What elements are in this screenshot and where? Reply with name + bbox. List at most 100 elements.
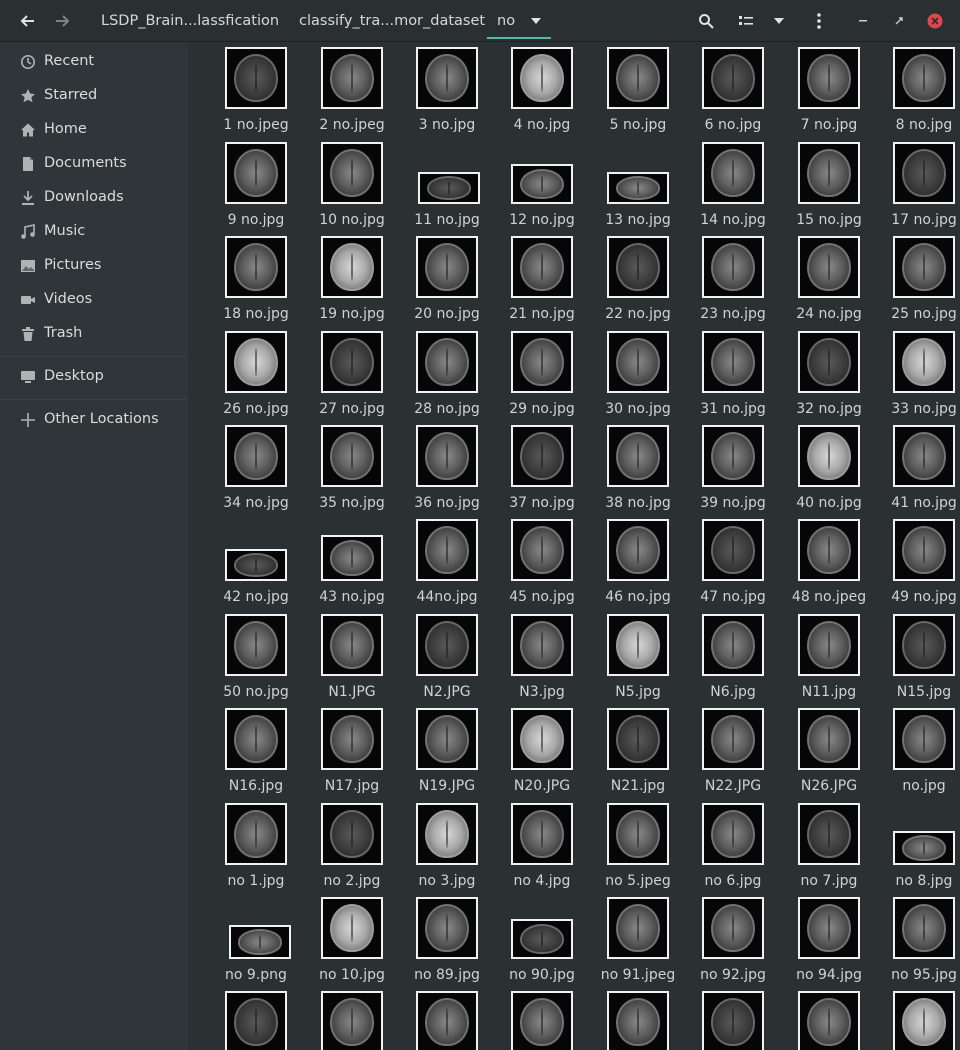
- file-item[interactable]: N26.JPG: [781, 708, 877, 802]
- file-item[interactable]: 43 no.jpg: [304, 519, 400, 613]
- file-item[interactable]: N3.jpg: [494, 614, 590, 708]
- file-item[interactable]: no 94.jpg: [781, 897, 877, 991]
- file-item[interactable]: 30 no.jpg: [590, 331, 686, 425]
- breadcrumb-parent-1[interactable]: LSDP_Brain...lassfication: [101, 0, 279, 42]
- file-item[interactable]: 11 no.jpg: [399, 142, 495, 236]
- file-item[interactable]: no 10.jpg: [304, 897, 400, 991]
- file-item[interactable]: 32 no.jpg: [781, 331, 877, 425]
- file-item[interactable]: no 6.jpg: [685, 803, 781, 897]
- file-item[interactable]: 35 no.jpg: [304, 425, 400, 519]
- file-item[interactable]: 28 no.jpg: [399, 331, 495, 425]
- file-item[interactable]: 15 no.jpg: [781, 142, 877, 236]
- file-item[interactable]: 38 no.jpg: [590, 425, 686, 519]
- file-item[interactable]: 12 no.jpg: [494, 142, 590, 236]
- file-item[interactable]: 36 no.jpg: [399, 425, 495, 519]
- file-item[interactable]: N11.jpg: [781, 614, 877, 708]
- file-item[interactable]: 4 no.jpg: [494, 47, 590, 141]
- sidebar-item-videos[interactable]: Videos: [0, 283, 188, 317]
- file-item[interactable]: N1.JPG: [304, 614, 400, 708]
- sidebar-item-downloads[interactable]: Downloads: [0, 181, 188, 215]
- file-item[interactable]: [685, 991, 781, 1050]
- breadcrumb-parent-2[interactable]: classify_tra...mor_dataset: [299, 0, 485, 42]
- file-item[interactable]: 44no.jpg: [399, 519, 495, 613]
- file-item[interactable]: no 7.jpg: [781, 803, 877, 897]
- file-item[interactable]: N19.JPG: [399, 708, 495, 802]
- file-item[interactable]: 48 no.jpeg: [781, 519, 877, 613]
- file-item[interactable]: N17.jpg: [304, 708, 400, 802]
- file-item[interactable]: [208, 991, 304, 1050]
- file-item[interactable]: 6 no.jpg: [685, 47, 781, 141]
- file-item[interactable]: N2.JPG: [399, 614, 495, 708]
- maximize-button[interactable]: [888, 0, 910, 42]
- breadcrumb-current[interactable]: no: [487, 5, 552, 39]
- file-item[interactable]: 23 no.jpg: [685, 236, 781, 330]
- file-item[interactable]: 22 no.jpg: [590, 236, 686, 330]
- file-item[interactable]: 26 no.jpg: [208, 331, 304, 425]
- file-item[interactable]: [876, 991, 960, 1050]
- file-item[interactable]: N16.jpg: [208, 708, 304, 802]
- file-item[interactable]: no 89.jpg: [399, 897, 495, 991]
- file-item[interactable]: 3 no.jpg: [399, 47, 495, 141]
- file-item[interactable]: no 4.jpg: [494, 803, 590, 897]
- file-item[interactable]: no 3.jpg: [399, 803, 495, 897]
- back-button[interactable]: [14, 0, 42, 42]
- file-item[interactable]: N15.jpg: [876, 614, 960, 708]
- file-item[interactable]: 47 no.jpg: [685, 519, 781, 613]
- file-item[interactable]: no 91.jpeg: [590, 897, 686, 991]
- file-item[interactable]: [399, 991, 495, 1050]
- file-item[interactable]: 33 no.jpg: [876, 331, 960, 425]
- file-item[interactable]: 17 no.jpg: [876, 142, 960, 236]
- file-item[interactable]: no 90.jpg: [494, 897, 590, 991]
- file-item[interactable]: 37 no.jpg: [494, 425, 590, 519]
- file-item[interactable]: [494, 991, 590, 1050]
- file-item[interactable]: 39 no.jpg: [685, 425, 781, 519]
- file-item[interactable]: N5.jpg: [590, 614, 686, 708]
- sidebar-item-recent[interactable]: Recent: [0, 45, 188, 79]
- file-item[interactable]: 41 no.jpg: [876, 425, 960, 519]
- file-item[interactable]: 40 no.jpg: [781, 425, 877, 519]
- file-item[interactable]: 24 no.jpg: [781, 236, 877, 330]
- file-item[interactable]: N22.JPG: [685, 708, 781, 802]
- file-item[interactable]: no 2.jpg: [304, 803, 400, 897]
- file-item[interactable]: N21.jpg: [590, 708, 686, 802]
- sidebar-item-other-locations[interactable]: Other Locations: [0, 403, 188, 437]
- file-item[interactable]: 50 no.jpg: [208, 614, 304, 708]
- file-item[interactable]: 27 no.jpg: [304, 331, 400, 425]
- view-toggle-button[interactable]: [732, 0, 760, 42]
- sidebar-item-music[interactable]: Music: [0, 215, 188, 249]
- file-item[interactable]: [590, 991, 686, 1050]
- menu-button[interactable]: [806, 0, 832, 42]
- view-options-button[interactable]: [767, 0, 791, 42]
- forward-button[interactable]: [48, 0, 76, 42]
- close-button[interactable]: [924, 0, 946, 42]
- file-item[interactable]: 2 no.jpeg: [304, 47, 400, 141]
- file-item[interactable]: no 95.jpg: [876, 897, 960, 991]
- file-item[interactable]: 25 no.jpg: [876, 236, 960, 330]
- sidebar-item-desktop[interactable]: Desktop: [0, 360, 188, 394]
- file-item[interactable]: [781, 991, 877, 1050]
- sidebar-item-trash[interactable]: Trash: [0, 317, 188, 351]
- file-item[interactable]: no 5.jpeg: [590, 803, 686, 897]
- sidebar-item-pictures[interactable]: Pictures: [0, 249, 188, 283]
- sidebar-item-documents[interactable]: Documents: [0, 147, 188, 181]
- file-item[interactable]: no 9.png: [208, 897, 304, 991]
- file-item[interactable]: 21 no.jpg: [494, 236, 590, 330]
- file-item[interactable]: 5 no.jpg: [590, 47, 686, 141]
- file-item[interactable]: N6.jpg: [685, 614, 781, 708]
- file-item[interactable]: 29 no.jpg: [494, 331, 590, 425]
- file-item[interactable]: 19 no.jpg: [304, 236, 400, 330]
- file-item[interactable]: 1 no.jpeg: [208, 47, 304, 141]
- file-item[interactable]: 46 no.jpg: [590, 519, 686, 613]
- file-item[interactable]: no 1.jpg: [208, 803, 304, 897]
- file-item[interactable]: 49 no.jpg: [876, 519, 960, 613]
- file-item[interactable]: 45 no.jpg: [494, 519, 590, 613]
- sidebar-item-starred[interactable]: Starred: [0, 79, 188, 113]
- file-item[interactable]: N20.JPG: [494, 708, 590, 802]
- file-item[interactable]: no 92.jpg: [685, 897, 781, 991]
- file-item[interactable]: 10 no.jpg: [304, 142, 400, 236]
- minimize-button[interactable]: [852, 0, 874, 42]
- file-item[interactable]: 42 no.jpg: [208, 519, 304, 613]
- file-item[interactable]: no.jpg: [876, 708, 960, 802]
- file-item[interactable]: 34 no.jpg: [208, 425, 304, 519]
- file-item[interactable]: 31 no.jpg: [685, 331, 781, 425]
